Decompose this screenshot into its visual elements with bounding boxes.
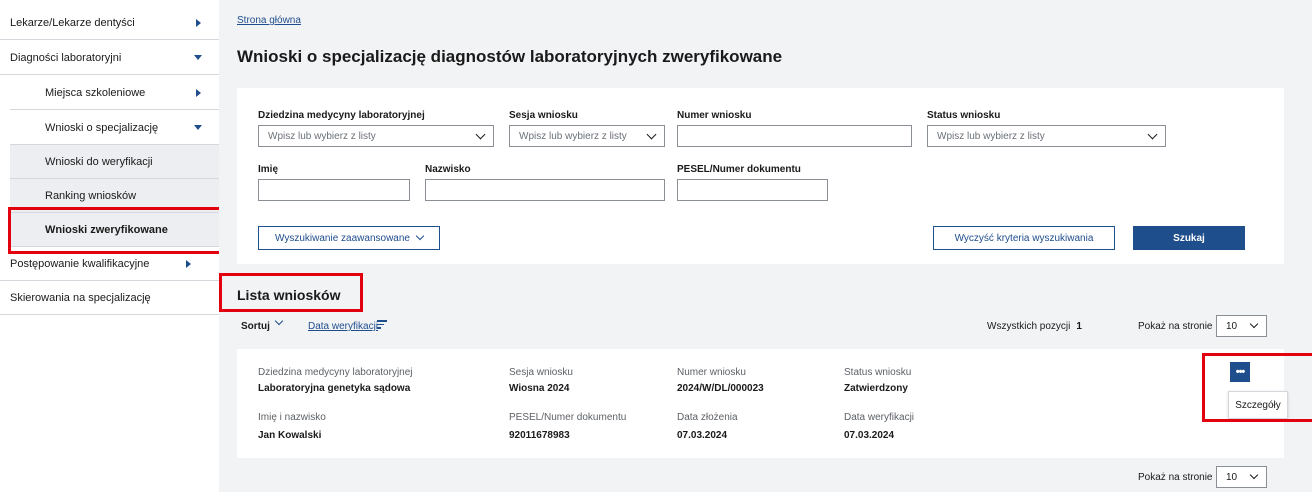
chevron-right-icon <box>193 88 203 98</box>
chevron-down-icon <box>1147 129 1158 140</box>
chevron-down-icon <box>193 53 203 63</box>
sidebar-item-wnioski[interactable]: Wnioski o specjalizację <box>10 111 219 145</box>
field-label: Dziedzina medycyny laboratoryjnej <box>258 110 425 121</box>
session-select[interactable]: Wpisz lub wybierz z listy <box>509 125 665 147</box>
pesel-value: 92011678983 <box>509 430 570 441</box>
chevron-down-icon[interactable] <box>274 316 284 326</box>
page-title: Wnioski o specjalizację diagnostów labor… <box>237 47 783 66</box>
more-options-button[interactable]: ••• <box>1230 362 1250 382</box>
list-title: Lista wniosków <box>237 287 341 303</box>
sidebar-item-do-weryfikacji[interactable]: Wnioski do weryfikacji <box>10 145 219 179</box>
status-value: Zatwierdzony <box>844 383 908 394</box>
per-page-select[interactable]: 10 <box>1216 466 1267 488</box>
status-select[interactable]: Wpisz lub wybierz z listy <box>927 125 1166 147</box>
search-button[interactable]: Szukaj <box>1133 226 1245 250</box>
list-item: Dziedzina medycyny laboratoryjnej Labora… <box>237 349 1284 458</box>
verified-value: 07.03.2024 <box>844 430 895 441</box>
total-count: Wszystkich pozycji 1 <box>987 321 1082 332</box>
sort-descending-icon[interactable] <box>377 320 387 329</box>
session-label: Sesja wniosku <box>509 367 573 378</box>
last-name-input[interactable] <box>425 179 665 201</box>
filter-panel: Dziedzina medycyny laboratoryjnej Wpisz … <box>237 88 1284 264</box>
sidebar-item-label: Diagności laboratoryjni <box>10 51 122 64</box>
number-input[interactable] <box>677 125 912 147</box>
field-select[interactable]: Wpisz lub wybierz z listy <box>258 125 494 147</box>
clear-criteria-label: Wyczyść kryteria wyszukiwania <box>954 232 1094 244</box>
chevron-down-icon <box>646 129 657 140</box>
number-label: Numer wniosku <box>677 110 752 121</box>
session-value: Wiosna 2024 <box>509 383 570 394</box>
chevron-down-icon <box>415 231 425 241</box>
clear-criteria-button[interactable]: Wyczyść kryteria wyszukiwania <box>933 226 1115 250</box>
search-button-label: Szukaj <box>1173 232 1205 244</box>
sidebar-item-label: Lekarze/Lekarze dentyści <box>10 16 135 29</box>
sort-by-link[interactable]: Data weryfikacji <box>308 321 378 332</box>
sidebar-item-label: Wnioski do weryfikacji <box>45 155 153 168</box>
details-tooltip[interactable]: Szczegóły <box>1228 391 1288 419</box>
name-value: Jan Kowalski <box>258 430 322 441</box>
per-page-value: 10 <box>1226 320 1238 332</box>
name-label: Imię i nazwisko <box>258 412 326 423</box>
breadcrumb[interactable]: Strona główna <box>237 15 301 26</box>
sidebar-item-diagnosci[interactable]: Diagności laboratoryjni <box>0 41 219 75</box>
advanced-search-button[interactable]: Wyszukiwanie zaawansowane <box>258 226 440 250</box>
pesel-label: PESEL/Numer dokumentu <box>677 164 801 175</box>
main-content: Strona główna Wnioski o specjalizację di… <box>219 0 1312 492</box>
last-name-label: Nazwisko <box>425 164 471 175</box>
pesel-input[interactable] <box>677 179 828 201</box>
submitted-label: Data złożenia <box>677 412 738 423</box>
sidebar-item-miejsca[interactable]: Miejsca szkoleniowe <box>10 76 219 110</box>
per-page-label: Pokaż na stronie <box>1138 321 1213 332</box>
submitted-value: 07.03.2024 <box>677 430 728 441</box>
session-label: Sesja wniosku <box>509 110 578 121</box>
per-page-select[interactable]: 10 <box>1216 315 1267 337</box>
per-page-value: 10 <box>1226 471 1238 483</box>
verified-label: Data weryfikacji <box>844 412 915 423</box>
total-label: Wszystkich pozycji <box>987 321 1071 332</box>
status-label: Status wniosku <box>844 367 912 378</box>
number-label: Numer wniosku <box>677 367 746 378</box>
session-placeholder: Wpisz lub wybierz z listy <box>519 130 627 142</box>
pesel-label: PESEL/Numer dokumentu <box>509 412 627 423</box>
number-value: 2024/W/DL/000023 <box>677 383 764 394</box>
sidebar: Lekarze/Lekarze dentyści Diagności labor… <box>0 0 219 492</box>
sidebar-item-label: Skierowania na specjalizację <box>10 291 151 304</box>
tooltip-label: Szczegóły <box>1235 399 1281 411</box>
sidebar-item-label: Ranking wniosków <box>45 189 137 202</box>
sidebar-item-ranking[interactable]: Ranking wniosków <box>10 179 219 213</box>
chevron-down-icon <box>1249 470 1259 480</box>
chevron-down-icon <box>193 123 203 133</box>
status-label: Status wniosku <box>927 110 1001 121</box>
status-placeholder: Wpisz lub wybierz z listy <box>937 130 1045 142</box>
sidebar-item-skierowania[interactable]: Skierowania na specjalizację <box>0 281 219 315</box>
first-name-label: Imię <box>258 164 279 175</box>
field-placeholder: Wpisz lub wybierz z listy <box>268 130 376 142</box>
per-page-label: Pokaż na stronie <box>1138 472 1213 483</box>
sidebar-item-postepowanie[interactable]: Postępowanie kwalifikacyjne <box>0 247 219 281</box>
chevron-right-icon <box>193 18 203 28</box>
sidebar-item-zweryfikowane[interactable]: Wnioski zweryfikowane <box>10 213 219 247</box>
sidebar-item-lekarze[interactable]: Lekarze/Lekarze dentyści <box>0 6 219 40</box>
sort-label[interactable]: Sortuj <box>241 321 270 332</box>
chevron-down-icon <box>1249 319 1259 329</box>
field-label: Dziedzina medycyny laboratoryjnej <box>258 367 413 378</box>
advanced-search-label: Wyszukiwanie zaawansowane <box>275 232 410 244</box>
chevron-right-icon <box>183 259 193 269</box>
total-value: 1 <box>1076 321 1082 332</box>
sidebar-item-label: Wnioski zweryfikowane <box>45 223 168 236</box>
chevron-down-icon <box>475 129 486 140</box>
first-name-input[interactable] <box>258 179 410 201</box>
field-value: Laboratoryjna genetyka sądowa <box>258 383 411 394</box>
